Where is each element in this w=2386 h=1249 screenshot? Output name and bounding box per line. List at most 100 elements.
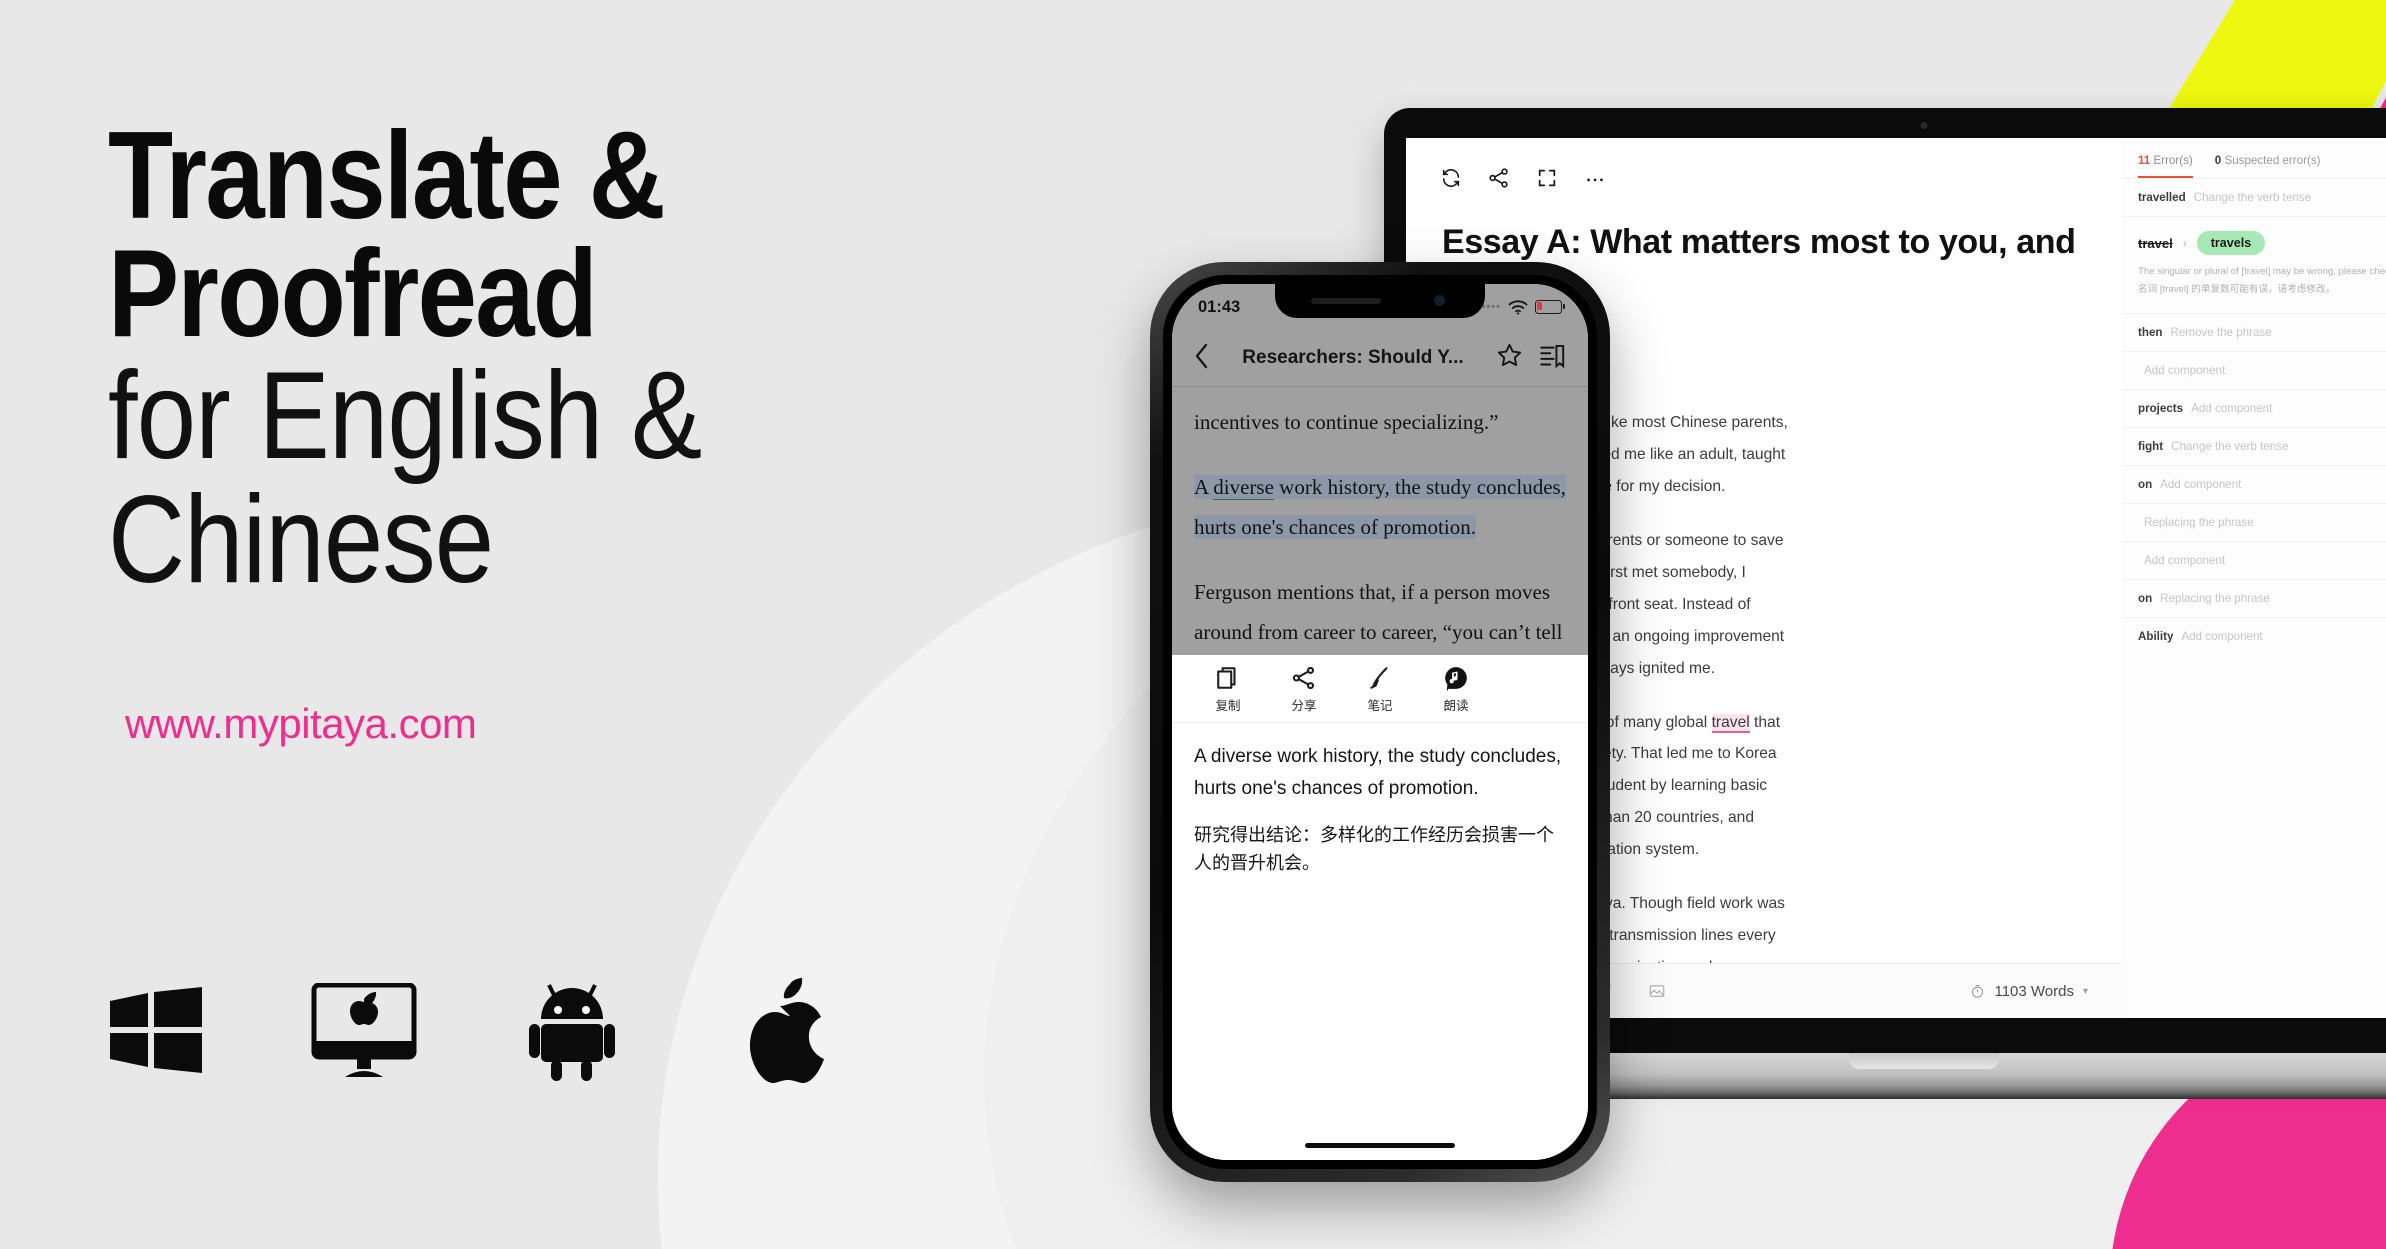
- error-item-word: fight: [2138, 440, 2164, 454]
- error-detail-card[interactable]: travel › travels The singular or plural …: [2122, 216, 2386, 313]
- error-item-word: projects: [2138, 402, 2184, 416]
- platform-icon-row: [100, 975, 836, 1087]
- word-count-label: 1103 Words: [1994, 982, 2074, 1000]
- article-paragraph-selected[interactable]: A diverse work history, the study conclu…: [1194, 468, 1566, 547]
- earpiece-speaker: [1311, 298, 1381, 304]
- tab-suspected-errors[interactable]: 0 Suspected error(s): [2215, 154, 2321, 178]
- status-indicators: ••••: [1482, 300, 1565, 315]
- chevron-right-icon: ›: [2182, 236, 2187, 250]
- share-icon: [1292, 667, 1315, 690]
- error-list-item[interactable]: on Replacing the phrase: [2122, 579, 2386, 617]
- error-list-item[interactable]: Ability Add component: [2122, 617, 2386, 655]
- para-text-a: Ferguson mentions that, if a person move…: [1194, 580, 1563, 644]
- yellow-wedge-shape: [2159, 0, 2386, 124]
- share-icon[interactable]: [1488, 167, 1510, 189]
- image-icon[interactable]: [1648, 982, 1666, 1000]
- error-item-hint: Replacing the phrase: [2160, 592, 2270, 606]
- error-list-item[interactable]: Add component: [2122, 351, 2386, 389]
- error-item-word: on: [2138, 478, 2153, 492]
- editor-toolbar: [1406, 138, 2122, 196]
- wifi-icon: [1508, 300, 1528, 315]
- battery-low-icon: [1535, 300, 1565, 314]
- front-camera: [1434, 295, 1445, 306]
- article-paragraph: Ferguson mentions that, if a person move…: [1194, 573, 1566, 655]
- translation-source: A diverse work history, the study conclu…: [1194, 746, 1562, 799]
- error-suggestion-row: travel › travels: [2138, 231, 2386, 255]
- back-chevron-icon[interactable]: [1194, 343, 1210, 374]
- laptop-base-notch: [1849, 1053, 1999, 1069]
- share-button[interactable]: 分享: [1266, 665, 1342, 714]
- phone-nav-bar: Researchers: Should Y...: [1172, 330, 1588, 387]
- word-count-control[interactable]: 1103 Words ▾: [1970, 983, 2088, 1000]
- website-url[interactable]: www.mypitaya.com: [125, 700, 477, 748]
- headline-line-3: for English &: [108, 346, 702, 485]
- error-list-item[interactable]: Replacing the phrase: [2122, 503, 2386, 541]
- error-description-en: The singular or plural of [travel] may b…: [2138, 266, 2386, 277]
- reading-list-icon[interactable]: [1539, 342, 1566, 374]
- read-aloud-label: 朗读: [1443, 699, 1469, 714]
- error-item-word: Ability: [2138, 630, 2174, 644]
- error-item-hint: Replacing the phrase: [2144, 516, 2254, 530]
- error-item-word: travelled: [2138, 191, 2186, 204]
- poster-stage: Translate & Proofread for English & Chin…: [0, 0, 2386, 1249]
- status-time: 01:43: [1198, 297, 1241, 316]
- note-label: 笔记: [1367, 699, 1393, 714]
- headline-line-4: Chinese: [108, 470, 494, 609]
- apple-icon: [724, 975, 836, 1087]
- windows-icon: [100, 975, 212, 1087]
- error-list-item[interactable]: then Remove the phrase: [2122, 313, 2386, 351]
- more-icon[interactable]: [1584, 167, 1606, 189]
- headline-line-1: Translate &: [108, 107, 666, 245]
- error-item-word: on: [2138, 592, 2153, 606]
- error-list-item[interactable]: projects Add component: [2122, 389, 2386, 427]
- selection-context-toolbar: 复制 分享 笔记 朗读: [1172, 655, 1588, 724]
- read-aloud-button[interactable]: 朗读: [1418, 665, 1494, 714]
- error-tabs: 11 Error(s) 0 Suspected error(s): [2122, 138, 2386, 178]
- read-aloud-icon: [1445, 667, 1467, 692]
- error-suggested-word[interactable]: travels: [2196, 231, 2266, 255]
- star-icon[interactable]: [1496, 342, 1523, 374]
- timer-icon: [1972, 984, 1984, 998]
- error-list-item[interactable]: on Add component: [2122, 465, 2386, 503]
- sel-text-a: A: [1194, 475, 1214, 500]
- fullscreen-icon[interactable]: [1536, 167, 1558, 189]
- note-button[interactable]: 笔记: [1342, 665, 1418, 714]
- error-item-hint: Add component: [2144, 364, 2226, 378]
- suspected-count: 0: [2214, 154, 2222, 167]
- error-count: 11: [2138, 154, 2151, 167]
- article-reader[interactable]: incentives to continue specializing.” A …: [1172, 387, 1588, 656]
- error-word-travel[interactable]: travel: [1711, 713, 1750, 733]
- phone-mockup: 01:43 •••• Researchers: Should Y... ince…: [1150, 262, 1610, 1182]
- copy-button[interactable]: 复制: [1190, 665, 1266, 714]
- error-list-item[interactable]: fight Change the verb tense: [2122, 427, 2386, 465]
- translation-panel: A diverse work history, the study conclu…: [1172, 723, 1588, 878]
- headline-block: Translate & Proofread for English & Chin…: [108, 107, 928, 609]
- error-item-hint: Add component: [2191, 402, 2273, 416]
- error-list-item[interactable]: travelled Change the verb tense: [2122, 178, 2386, 216]
- error-original-word: travel: [2138, 235, 2173, 251]
- laptop-camera: [1920, 122, 1928, 129]
- phone-screen: 01:43 •••• Researchers: Should Y... ince…: [1172, 284, 1588, 1160]
- phone-page-title: Researchers: Should Y...: [1242, 347, 1464, 368]
- mac-desktop-icon: [308, 975, 420, 1087]
- error-item-hint: Add component: [2144, 554, 2226, 568]
- error-item-hint: Change the verb tense: [2171, 440, 2289, 454]
- error-item-hint: Remove the phrase: [2170, 326, 2272, 340]
- error-description-zh: 名词 [travel] 的单复数可能有误，请考虑修改。: [2138, 283, 2336, 295]
- error-list-item[interactable]: Add component: [2122, 541, 2386, 579]
- underlined-term[interactable]: diverse: [1213, 475, 1274, 501]
- error-item-hint: Add component: [2181, 630, 2263, 644]
- error-item-word: then: [2138, 326, 2163, 340]
- note-icon: [1370, 667, 1388, 690]
- error-count-label: Error(s): [2153, 154, 2193, 167]
- copy-icon: [1217, 667, 1236, 690]
- android-icon: [516, 975, 628, 1087]
- error-panel: 11 Error(s) 0 Suspected error(s) travell…: [2122, 138, 2386, 1018]
- home-indicator[interactable]: [1172, 1130, 1588, 1160]
- chevron-down-icon[interactable]: ▾: [2083, 986, 2088, 997]
- error-item-hint: Change the verb tense: [2193, 191, 2312, 204]
- refresh-icon[interactable]: [1440, 167, 1462, 189]
- phone-bezel: 01:43 •••• Researchers: Should Y... ince…: [1163, 275, 1597, 1169]
- tab-errors[interactable]: 11 Error(s): [2138, 154, 2193, 178]
- suspected-count-label: Suspected error(s): [2224, 154, 2321, 167]
